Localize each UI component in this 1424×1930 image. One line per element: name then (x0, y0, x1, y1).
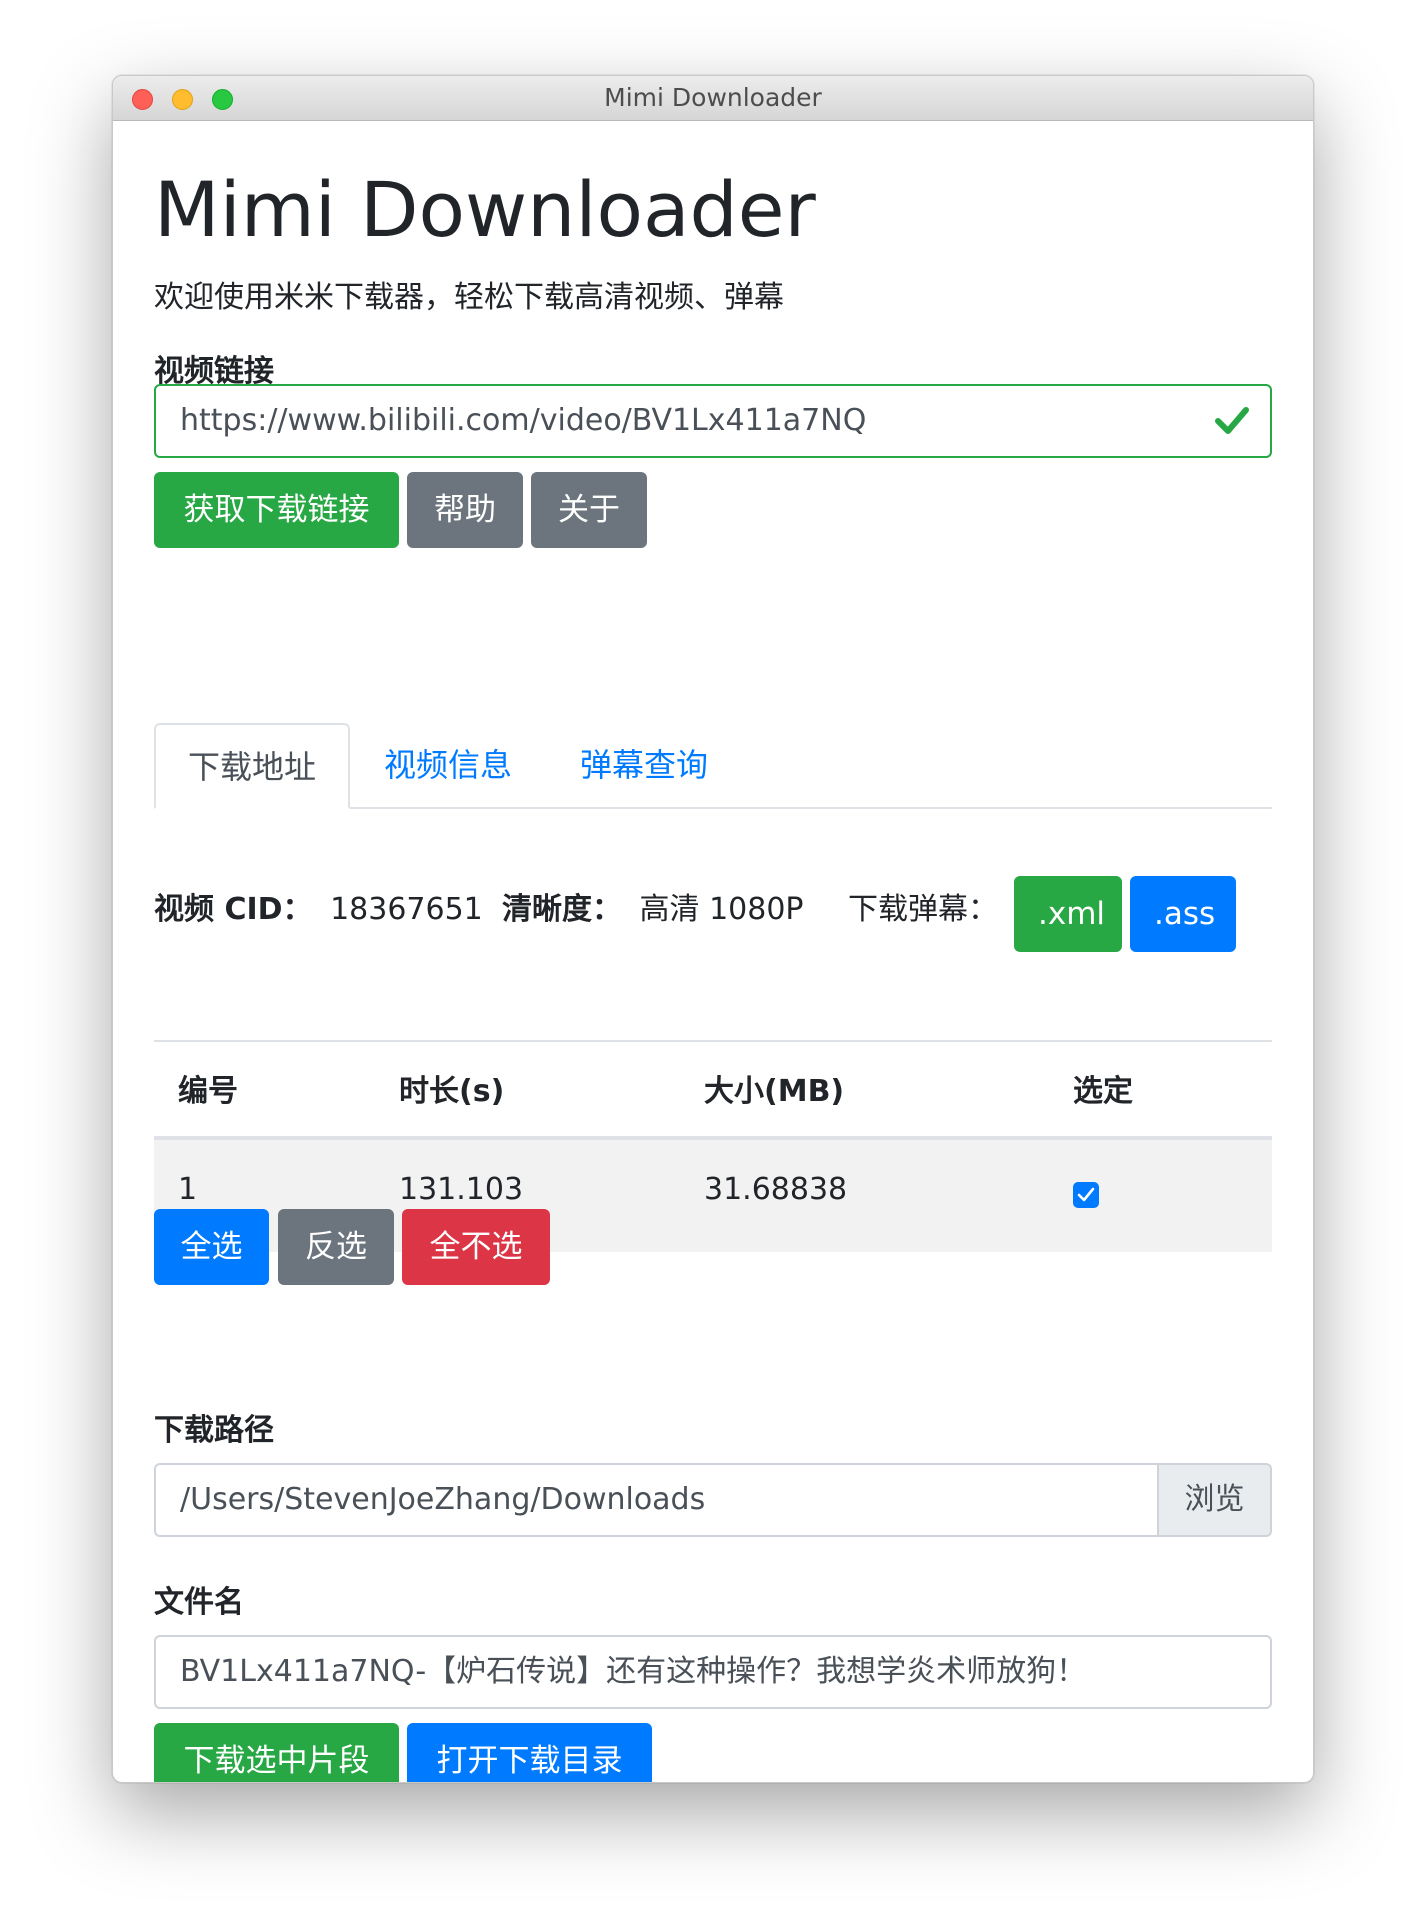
tab-download-address[interactable]: 下载地址 (154, 723, 350, 809)
quality-value: 高清 1080P (639, 892, 804, 927)
col-size-header: 大小(MB) (704, 1074, 845, 1109)
tab-danmaku-query[interactable]: 弹幕查询 (546, 723, 742, 807)
quality-info: 清晰度： 高清 1080P (502, 890, 804, 930)
download-path-label: 下载路径 (154, 1413, 274, 1448)
col-selected-header: 选定 (1073, 1074, 1133, 1109)
quality-label: 清晰度： (502, 892, 622, 927)
url-input[interactable]: https://www.bilibili.com/video/BV1Lx411a… (154, 384, 1272, 458)
table-header: 编号 时长(s) 大小(MB) 选定 (154, 1040, 1272, 1140)
filename-input[interactable]: BV1Lx411a7NQ-【炉石传说】还有这种操作？我想学炎术师放狗！ (154, 1635, 1272, 1709)
danmaku-label: 下载弹幕： (848, 892, 998, 927)
get-download-link-button[interactable]: 获取下载链接 (154, 472, 399, 548)
col-index-header: 编号 (178, 1074, 238, 1109)
download-path-input[interactable]: /Users/StevenJoeZhang/Downloads (154, 1463, 1159, 1537)
cid-value: 18367651 (330, 892, 483, 927)
download-selected-button[interactable]: 下载选中片段 (154, 1723, 399, 1782)
filename-label: 文件名 (154, 1585, 244, 1620)
download-xml-button[interactable]: .xml (1014, 876, 1122, 952)
cid-info: 视频 CID： 18367651 (154, 890, 483, 930)
download-path-group: /Users/StevenJoeZhang/Downloads 浏览 (154, 1463, 1272, 1537)
tab-video-info[interactable]: 视频信息 (350, 723, 546, 807)
col-duration-header: 时长(s) (399, 1074, 505, 1109)
invert-selection-button[interactable]: 反选 (278, 1209, 394, 1285)
tab-bar: 下载地址 视频信息 弹幕查询 (154, 723, 1272, 809)
row-select-checkbox[interactable] (1073, 1182, 1099, 1208)
app-window: Mimi Downloader Mimi Downloader 欢迎使用米米下载… (112, 75, 1314, 1783)
select-all-button[interactable]: 全选 (154, 1209, 269, 1285)
cid-label: 视频 CID： (154, 892, 313, 927)
about-button[interactable]: 关于 (531, 472, 647, 548)
check-icon (1215, 407, 1249, 434)
download-ass-button[interactable]: .ass (1130, 876, 1236, 952)
window-title: Mimi Downloader (604, 83, 822, 112)
open-download-dir-button[interactable]: 打开下载目录 (407, 1723, 652, 1782)
help-button[interactable]: 帮助 (407, 472, 523, 548)
row-index: 1 (178, 1172, 198, 1207)
browse-button[interactable]: 浏览 (1157, 1463, 1272, 1537)
row-duration: 131.103 (399, 1172, 524, 1207)
row-size: 31.68838 (704, 1172, 848, 1207)
page-title: Mimi Downloader (154, 165, 816, 254)
main-content: Mimi Downloader 欢迎使用米米下载器，轻松下载高清视频、弹幕 视频… (154, 120, 1272, 1782)
url-input-value: https://www.bilibili.com/video/BV1Lx411a… (180, 403, 867, 438)
select-none-button[interactable]: 全不选 (402, 1209, 550, 1285)
page-subtitle: 欢迎使用米米下载器，轻松下载高清视频、弹幕 (154, 280, 784, 315)
title-bar: Mimi Downloader (113, 76, 1313, 121)
checkmark-icon (1077, 1187, 1095, 1202)
